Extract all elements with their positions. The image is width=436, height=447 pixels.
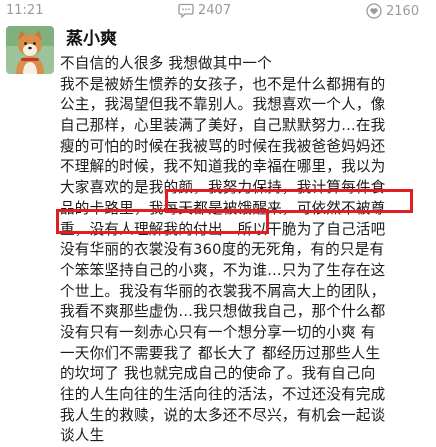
post-line: 品的卡路里，我每天都是被饿醒来，可依然不被尊 (60, 199, 386, 217)
status-bar: 11:21 2407 2160 (0, 0, 436, 22)
post-line: 谈人生 (60, 427, 105, 445)
comment-stat[interactable]: 2407 (178, 3, 231, 18)
like-stat[interactable]: 2160 (366, 3, 419, 19)
post-line: 个世上。我没有华丽的衣裳我不屑高大上的团队， (60, 282, 386, 300)
status-time: 11:21 (6, 3, 44, 18)
post-line: 一天你们不需要我了 都长大了 都经历过那些人生 (60, 344, 381, 362)
post-body: 不自信的人很多 我想做其中一个 我不是被娇生惯养的女孩子，也不是什么都拥有的 公… (60, 54, 432, 447)
post-line: 往的人生向往的生活向往的活法，不过还没有完成 (60, 386, 386, 403)
post-line: 不理解的时候，我不知道我的幸福在哪里，我以为 (60, 158, 386, 176)
post-line: 公主，我渴望但我不靠别人。我想喜欢一个人，像 (60, 96, 386, 114)
like-count: 2160 (386, 3, 420, 19)
post-line: 不自信的人很多 我想做其中一个 (60, 55, 272, 72)
post-line: 没有只有一刻赤心只有一个想分享一切的小爽 有 (60, 323, 376, 341)
post-line: 我人生的救赎，说的太多还不尽兴，有机会一起谈 (60, 406, 386, 424)
post-line: 没有华丽的衣裳没有360度的无死角，有的只是有 (60, 241, 385, 259)
avatar[interactable] (6, 26, 54, 74)
post-line: 个笨笨坚持自己的小爽，不为谁…只为了生存在这 (60, 261, 386, 279)
post-line: 我不是被娇生惯养的女孩子，也不是什么都拥有的 (60, 75, 386, 93)
post-line: 重，没有人理解我的付出…所以干脆为了自己活吧 (60, 220, 386, 238)
post-line: 瘦的可怕的时候在我被骂的时候在我被爸爸妈妈还 (60, 137, 386, 155)
post-line: 自己那样，心里装满了美好，自己默默努力…在我 (60, 117, 386, 135)
comment-count: 2407 (198, 3, 232, 18)
post-line: 我看不爽那些虚伪…我只想做我自己，那个什么都 (60, 303, 386, 321)
comment-bubble-icon (178, 3, 194, 18)
username[interactable]: 蒸小爽 (66, 24, 117, 49)
heart-icon (366, 3, 382, 19)
post-line: 大家喜欢的是我的颜，我努力保持，我计算每件食 (60, 179, 386, 197)
post-line: 的坎坷了 我也就完成自己的使命了。我有自己向 (60, 365, 376, 383)
shiba-dog-avatar (6, 26, 54, 74)
